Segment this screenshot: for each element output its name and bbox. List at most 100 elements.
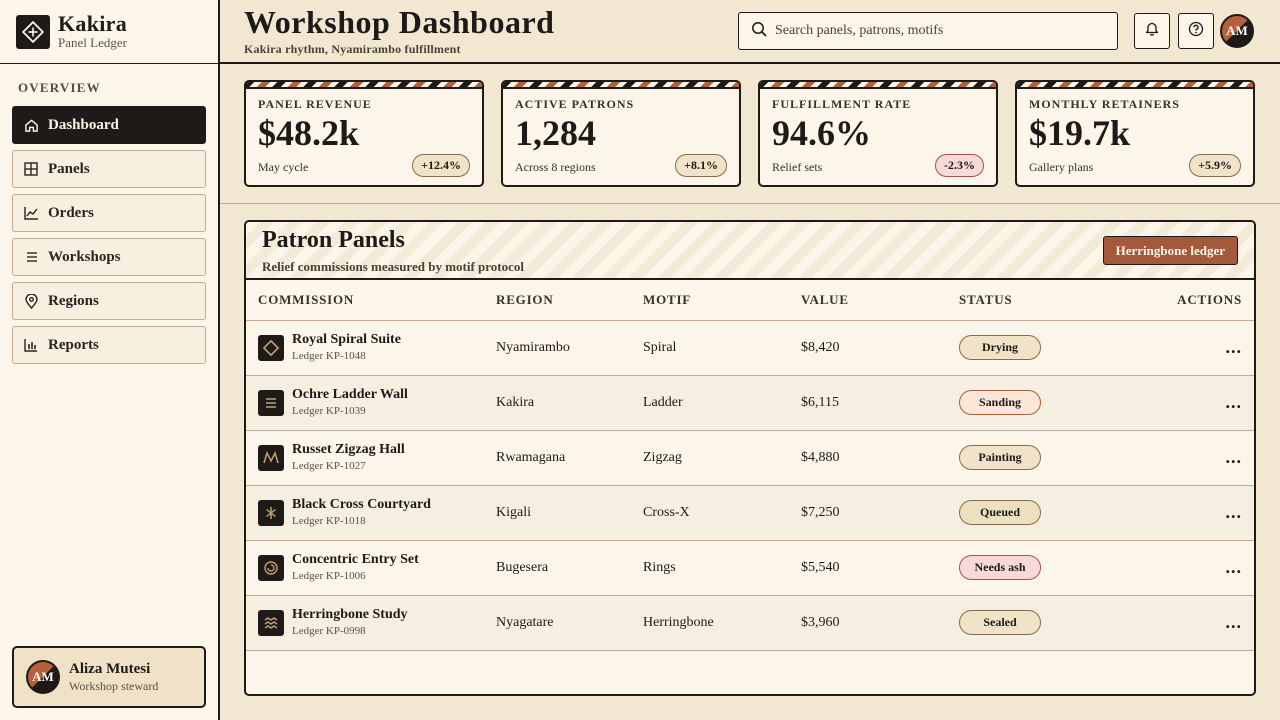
- stat-label: ACTIVE PATRONS: [515, 97, 635, 111]
- table-row[interactable]: Ochre Ladder Wall Ledger KP-1039 Kakira …: [246, 375, 1254, 431]
- value-cell: $7,250: [801, 485, 959, 541]
- home-icon: [23, 117, 39, 133]
- table-row[interactable]: Black Cross Courtyard Ledger KP-1018 Kig…: [246, 485, 1254, 541]
- map-pin-icon: [23, 293, 39, 309]
- value-cell: $5,540: [801, 540, 959, 596]
- region-cell: Rwamagana: [496, 430, 643, 486]
- motif-cell: Zigzag: [643, 430, 801, 486]
- stat-delta-badge: +12.4%: [412, 154, 470, 177]
- region-cell: Nyamirambo: [496, 320, 643, 376]
- value-cell: $6,115: [801, 375, 959, 431]
- sidebar-item-workshops[interactable]: Workshops: [12, 238, 206, 276]
- column-header-value[interactable]: VALUE: [801, 280, 959, 321]
- stat-value: 94.6%: [772, 113, 871, 153]
- table-row[interactable]: Herringbone Study Ledger KP-0998 Nyagata…: [246, 595, 1254, 651]
- more-actions-icon[interactable]: ...: [1226, 557, 1243, 577]
- motif-cell: Cross-X: [643, 485, 801, 541]
- avatar: AM: [26, 660, 60, 694]
- brand-logo-icon: [16, 15, 50, 49]
- status-badge: Painting: [959, 445, 1041, 470]
- commission-ledger: Ledger KP-1027: [292, 459, 366, 472]
- status-badge: Sanding: [959, 390, 1041, 415]
- stat-note: Across 8 regions: [515, 160, 596, 174]
- stat-value: $48.2k: [258, 113, 360, 153]
- stat-label: FULFILLMENT RATE: [772, 97, 912, 111]
- sidebar-item-label: Orders: [48, 204, 94, 221]
- status-badge: Queued: [959, 500, 1041, 525]
- table-row[interactable]: Royal Spiral Suite Ledger KP-1048 Nyamir…: [246, 320, 1254, 376]
- user-role: Workshop steward: [69, 678, 159, 693]
- more-actions-icon[interactable]: ...: [1226, 337, 1243, 357]
- stat-label: PANEL REVENUE: [258, 97, 372, 111]
- brand-subtitle: Panel Ledger: [58, 35, 127, 50]
- commission-ledger: Ledger KP-1006: [292, 569, 366, 582]
- notifications-button[interactable]: [1134, 13, 1170, 49]
- table-header-row: COMMISSION REGION MOTIF VALUE STATUS ACT…: [246, 280, 1254, 321]
- stat-stripe: [503, 82, 739, 89]
- stat-card-active-patrons: ACTIVE PATRONS 1,284 Across 8 regions +8…: [501, 80, 741, 187]
- stat-delta-badge: +5.9%: [1189, 154, 1241, 177]
- sidebar-item-label: Panels: [48, 160, 90, 177]
- more-actions-icon[interactable]: ...: [1226, 447, 1243, 467]
- status-badge: Drying: [959, 335, 1041, 360]
- commission-ledger: Ledger KP-0998: [292, 624, 366, 637]
- stat-note: May cycle: [258, 160, 309, 174]
- sidebar: Kakira Panel Ledger OVERVIEW Dashboard P…: [0, 0, 220, 720]
- page-subtitle: Kakira rhythm, Nyamirambo fulfillment: [244, 42, 461, 56]
- brand[interactable]: Kakira Panel Ledger: [16, 11, 128, 50]
- sidebar-item-orders[interactable]: Orders: [12, 194, 206, 232]
- herringbone-ledger-button[interactable]: Herringbone ledger: [1102, 236, 1238, 265]
- bell-icon: [1145, 21, 1159, 41]
- column-header-motif[interactable]: MOTIF: [643, 280, 801, 321]
- sidebar-nav: Dashboard Panels Orders Workshops Region…: [12, 106, 206, 370]
- herringbone-motif-icon: [258, 609, 284, 636]
- motif-cell: Spiral: [643, 320, 801, 376]
- sidebar-item-label: Dashboard: [48, 116, 119, 133]
- help-circle-icon: [1188, 21, 1204, 42]
- brand-name: Kakira: [58, 11, 128, 36]
- sidebar-item-dashboard[interactable]: Dashboard: [12, 106, 206, 144]
- panel-subtitle: Relief commissions measured by motif pro…: [262, 259, 525, 274]
- table-row[interactable]: Concentric Entry Set Ledger KP-1006 Buge…: [246, 540, 1254, 596]
- region-cell: Kakira: [496, 375, 643, 431]
- help-button[interactable]: [1178, 13, 1214, 49]
- more-actions-icon[interactable]: ...: [1226, 502, 1243, 522]
- diamond-motif-icon: [258, 334, 284, 361]
- table-row[interactable]: Russet Zigzag Hall Ledger KP-1027 Rwamag…: [246, 430, 1254, 486]
- sidebar-item-panels[interactable]: Panels: [12, 150, 206, 188]
- commission-name: Royal Spiral Suite: [292, 331, 401, 347]
- sidebar-item-label: Reports: [48, 336, 99, 353]
- region-cell: Kigali: [496, 485, 643, 541]
- more-actions-icon[interactable]: ...: [1226, 612, 1243, 632]
- value-cell: $3,960: [801, 595, 959, 651]
- search-input[interactable]: [775, 23, 1095, 39]
- chart-line-icon: [23, 205, 39, 221]
- stat-value: $19.7k: [1029, 113, 1131, 153]
- column-header-region[interactable]: REGION: [496, 280, 643, 321]
- more-actions-icon[interactable]: ...: [1226, 392, 1243, 412]
- ladder-motif-icon: [258, 389, 284, 416]
- column-header-commission[interactable]: COMMISSION: [246, 280, 496, 321]
- commission-name: Black Cross Courtyard: [292, 496, 431, 512]
- stat-stripe: [246, 82, 482, 89]
- sidebar-item-regions[interactable]: Regions: [12, 282, 206, 320]
- stat-delta-badge: -2.3%: [935, 154, 984, 177]
- user-profile-card[interactable]: AM Aliza Mutesi Workshop steward: [12, 646, 206, 708]
- zigzag-motif-icon: [258, 444, 284, 471]
- status-badge: Sealed: [959, 610, 1041, 635]
- stat-stripe: [760, 82, 996, 89]
- bar-chart-icon: [23, 337, 39, 353]
- sidebar-item-label: Workshops: [48, 248, 121, 265]
- commission-ledger: Ledger KP-1039: [292, 404, 366, 417]
- cross-motif-icon: [258, 499, 284, 526]
- stat-stripe: [1017, 82, 1253, 89]
- sidebar-item-reports[interactable]: Reports: [12, 326, 206, 364]
- header-avatar[interactable]: AM: [1220, 14, 1254, 48]
- stat-delta-badge: +8.1%: [675, 154, 727, 177]
- search-icon: [751, 21, 767, 42]
- panel-title: Patron Panels: [262, 227, 405, 253]
- stat-value: 1,284: [515, 113, 596, 153]
- column-header-status[interactable]: STATUS: [959, 280, 1117, 321]
- commission-name: Russet Zigzag Hall: [292, 441, 405, 457]
- search-box[interactable]: [738, 12, 1118, 50]
